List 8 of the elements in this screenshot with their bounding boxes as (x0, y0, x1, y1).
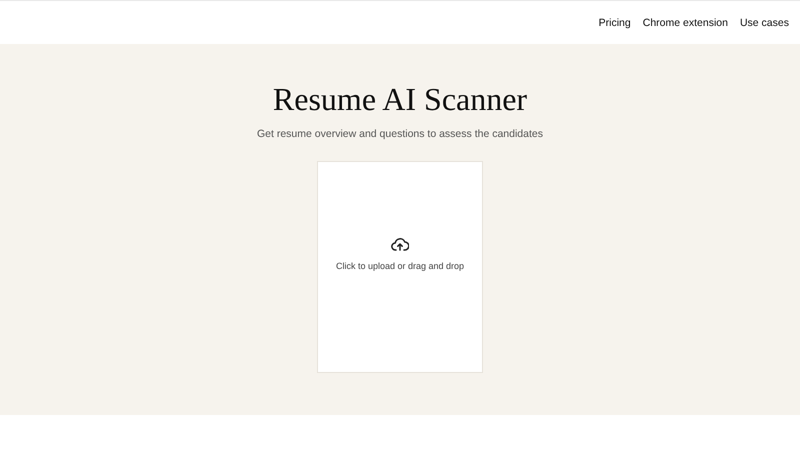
upload-dropzone[interactable]: Click to upload or drag and drop (317, 161, 483, 373)
nav-link[interactable]: Chrome extension (642, 16, 728, 28)
nav-link[interactable]: Use cases (740, 16, 789, 28)
upload-prompt: Click to upload or drag and drop (336, 261, 464, 271)
cloud-upload-icon (391, 237, 409, 252)
nav-link[interactable]: Pricing (598, 16, 631, 28)
page-title: Resume AI Scanner (272, 80, 528, 118)
subtitle: Get resume overview and questions to assess the candidates (257, 128, 543, 140)
